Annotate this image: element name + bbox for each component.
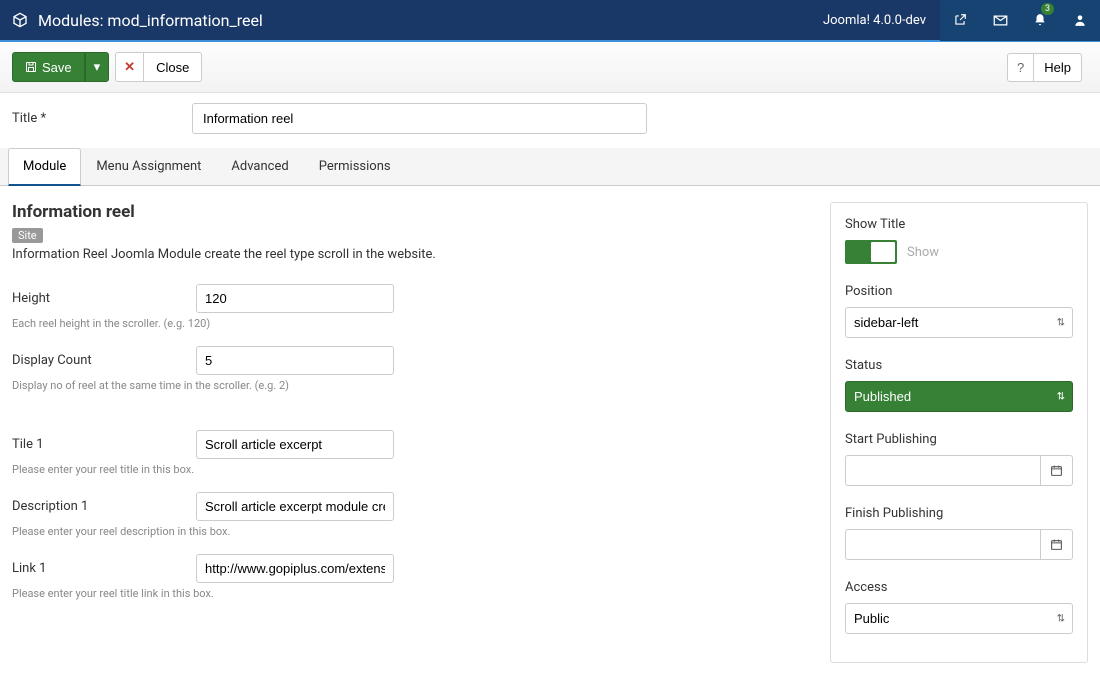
mail-button[interactable] xyxy=(980,0,1020,41)
show-title-toggle[interactable] xyxy=(845,240,897,264)
start-publishing-label: Start Publishing xyxy=(845,432,1073,447)
module-description: Information Reel Joomla Module create th… xyxy=(12,247,814,262)
tab-menu-assignment[interactable]: Menu Assignment xyxy=(81,148,216,186)
tab-permissions[interactable]: Permissions xyxy=(304,148,406,186)
field-label-desc1: Description 1 xyxy=(12,499,196,514)
notifications-button[interactable]: 3 xyxy=(1020,0,1060,41)
user-button[interactable] xyxy=(1060,0,1100,41)
save-dropdown-button[interactable]: ▾ xyxy=(85,52,110,82)
caret-down-icon: ▾ xyxy=(94,59,101,75)
top-navbar: Modules: mod_information_reel Joomla! 4.… xyxy=(0,0,1100,42)
external-link-button[interactable] xyxy=(940,0,980,41)
title-input[interactable] xyxy=(192,103,647,134)
main-column: Information reel Site Information Reel J… xyxy=(12,202,814,616)
height-input[interactable] xyxy=(196,284,394,313)
close-icon: ✕ xyxy=(124,59,135,75)
field-label-display-count: Display Count xyxy=(12,353,196,368)
description1-input[interactable] xyxy=(196,492,394,521)
display-count-input[interactable] xyxy=(196,346,394,375)
version-label: Joomla! 4.0.0-dev xyxy=(809,13,940,28)
close-button[interactable]: Close xyxy=(144,52,202,82)
finish-publishing-input[interactable] xyxy=(845,529,1040,560)
tile1-input[interactable] xyxy=(196,430,394,459)
action-toolbar: Save ▾ ✕ Close ? Help xyxy=(0,42,1100,93)
finish-publishing-label: Finish Publishing xyxy=(845,506,1073,521)
field-hint: Each reel height in the scroller. (e.g. … xyxy=(12,317,814,330)
help-button[interactable]: Help xyxy=(1034,53,1082,82)
title-label: Title * xyxy=(12,111,182,126)
title-row: Title * xyxy=(0,93,1100,148)
question-icon: ? xyxy=(1017,60,1024,75)
access-select[interactable]: Public xyxy=(845,603,1073,634)
page-title: Modules: mod_information_reel xyxy=(38,11,263,30)
tab-module[interactable]: Module xyxy=(8,148,81,186)
access-label: Access xyxy=(845,580,1073,595)
field-hint: Please enter your reel description in th… xyxy=(12,525,814,538)
sidebar-panel: Show Title Show Position sidebar-left ⇅ … xyxy=(830,202,1088,663)
save-button[interactable]: Save xyxy=(12,52,85,82)
field-label-link1: Link 1 xyxy=(12,561,196,576)
position-label: Position xyxy=(845,284,1073,299)
help-q-button[interactable]: ? xyxy=(1007,53,1034,82)
link1-input[interactable] xyxy=(196,554,394,583)
field-hint: Please enter your reel title in this box… xyxy=(12,463,814,476)
field-label-tile1: Tile 1 xyxy=(12,437,196,452)
start-publishing-input[interactable] xyxy=(845,455,1040,486)
tabs: Module Menu Assignment Advanced Permissi… xyxy=(0,148,1100,186)
cube-icon xyxy=(12,12,28,28)
toggle-state-text: Show xyxy=(907,245,939,260)
close-x-button[interactable]: ✕ xyxy=(115,52,144,82)
calendar-icon xyxy=(1050,464,1063,477)
tab-advanced[interactable]: Advanced xyxy=(216,148,303,186)
field-hint: Display no of reel at the same time in t… xyxy=(12,379,814,392)
show-title-label: Show Title xyxy=(845,217,1073,232)
finish-publishing-calendar-button[interactable] xyxy=(1040,529,1073,560)
field-hint: Please enter your reel title link in thi… xyxy=(12,587,814,600)
calendar-icon xyxy=(1050,538,1063,551)
notification-count-badge: 3 xyxy=(1041,3,1054,15)
status-select[interactable]: Published xyxy=(845,381,1073,412)
field-label-height: Height xyxy=(12,291,196,306)
status-label: Status xyxy=(845,358,1073,373)
site-badge: Site xyxy=(12,228,43,243)
start-publishing-calendar-button[interactable] xyxy=(1040,455,1073,486)
save-icon xyxy=(25,61,37,73)
position-select[interactable]: sidebar-left xyxy=(845,307,1073,338)
module-heading: Information reel xyxy=(12,202,814,222)
